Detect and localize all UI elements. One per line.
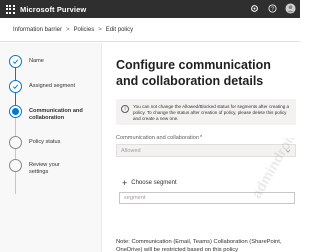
choose-segment-button[interactable]: + Choose segment: [122, 178, 177, 188]
step-assigned-segment[interactable]: Assigned segment: [9, 80, 75, 93]
step-label: Communication and collaboration: [29, 108, 83, 121]
plus-icon: +: [122, 178, 128, 188]
avatar[interactable]: [285, 3, 296, 14]
wizard-stepper: Name Assigned segment Communication and …: [0, 43, 102, 252]
field-label-text: Communication and collaboration: [116, 135, 200, 141]
breadcrumb-separator: >: [66, 26, 70, 33]
required-marker: *: [200, 135, 203, 141]
app-title[interactable]: Microsoft Purview: [20, 5, 86, 14]
waffle-icon[interactable]: [4, 3, 16, 15]
breadcrumb-item-edit-policy: Edit policy: [105, 26, 134, 33]
step-name[interactable]: Name: [9, 55, 44, 68]
step-communication-and-collaboration[interactable]: Communication and collaboration: [9, 105, 89, 122]
check-icon: [9, 55, 22, 68]
pending-step-icon: [9, 136, 22, 149]
check-icon: [9, 80, 22, 93]
segment-field-value: segment: [124, 195, 146, 201]
dropdown-value: Allowed: [121, 147, 141, 154]
breadcrumb-separator: >: [98, 26, 102, 33]
step-label: Review your settings: [29, 162, 60, 175]
pending-step-icon: [9, 159, 22, 172]
step-review-your-settings[interactable]: Review your settings: [9, 159, 69, 176]
communication-dropdown[interactable]: Allowed: [116, 144, 296, 157]
policy-note: Note: Communication (Email, Teams) Colla…: [116, 239, 282, 252]
svg-text:?: ?: [271, 6, 274, 12]
step-label: Name: [29, 58, 44, 64]
chevron-down-icon: [285, 148, 291, 154]
step-policy-status[interactable]: Policy status: [9, 136, 60, 149]
main-content: Configure communication and collaboratio…: [103, 43, 300, 252]
info-message-text: You can not change the Allowed/Blocked s…: [133, 104, 290, 121]
breadcrumb-item-policies[interactable]: Policies: [74, 27, 95, 33]
page-title: Configure communication and collaboratio…: [116, 58, 271, 88]
choose-segment-label: Choose segment: [131, 180, 177, 186]
current-step-icon: [9, 105, 22, 118]
info-icon: i: [121, 105, 129, 113]
step-label: Assigned segment: [29, 83, 76, 89]
communication-field-label: Communication and collaboration*: [116, 135, 202, 141]
app-header: Microsoft Purview ?: [0, 0, 300, 18]
help-icon[interactable]: ?: [267, 3, 278, 14]
breadcrumb: Information barrier > Policies > Edit po…: [0, 18, 300, 42]
gear-icon[interactable]: [249, 3, 260, 14]
breadcrumb-item-information-barrier[interactable]: Information barrier: [13, 27, 62, 33]
info-message-bar: i You can not change the Allowed/Blocked…: [116, 99, 296, 125]
segment-field[interactable]: segment: [119, 192, 295, 204]
step-label: Policy status: [29, 139, 61, 145]
